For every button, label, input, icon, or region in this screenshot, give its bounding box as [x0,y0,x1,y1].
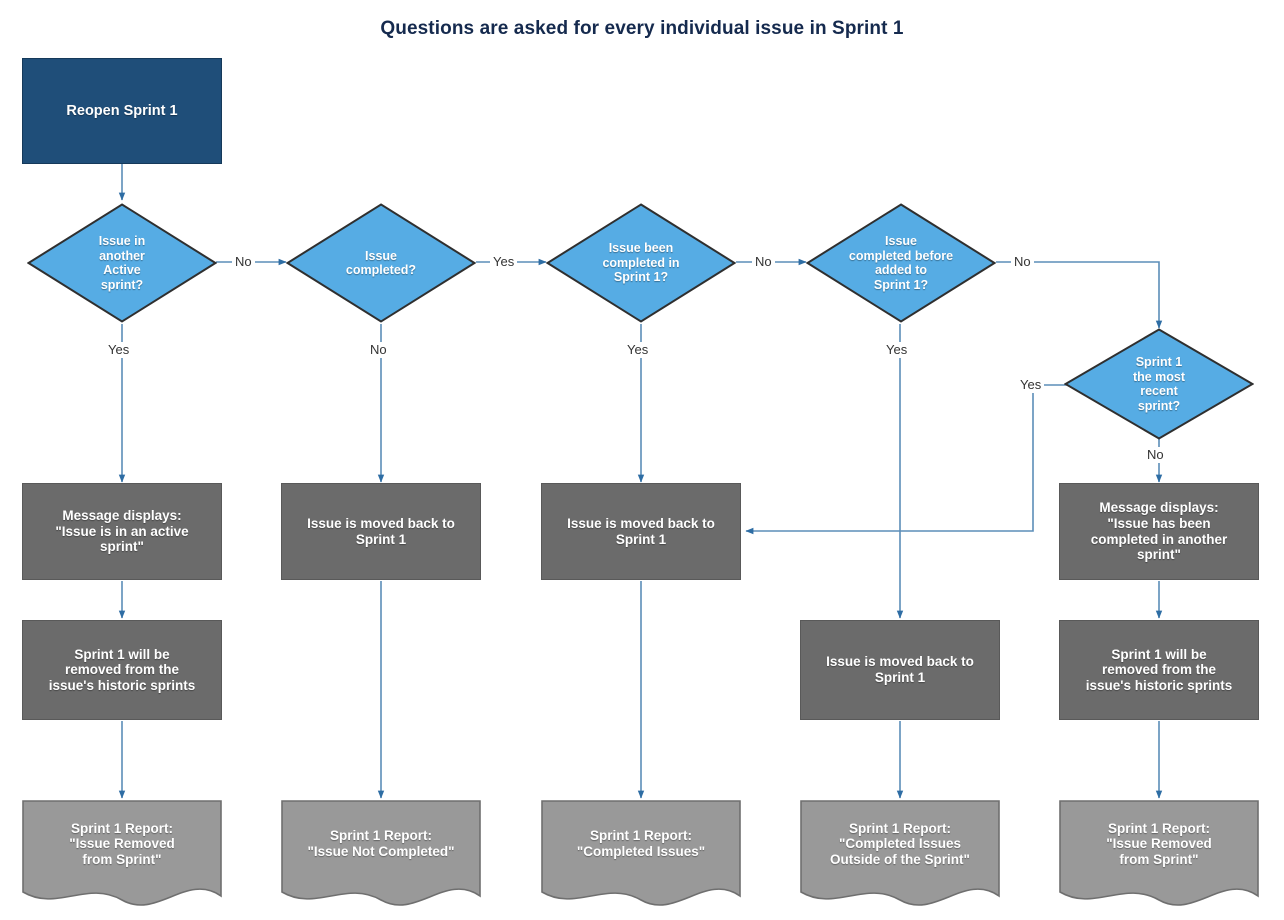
node-reopen-sprint[interactable]: Reopen Sprint 1 [22,58,222,164]
node-label: Issue is moved back to Sprint 1 [567,515,715,547]
node-label: Sprint 1 will be removed from the issue'… [48,646,196,693]
node-label: Issue completed? [345,248,417,278]
edge-label-d4-yes: Yes [883,342,911,358]
node-label: Issue in another Active sprint? [98,234,146,292]
edge-label-d4-no: No [1011,254,1034,270]
node-label: Message displays: "Issue has been comple… [1090,500,1228,563]
flowchart-canvas: Questions are asked for every individual… [0,0,1284,920]
node-process-issue-moved-back-col3[interactable]: Issue is moved back to Sprint 1 [541,483,741,580]
node-label: Issue completed before added to Sprint 1… [848,234,954,292]
node-label: Sprint 1 the most recent sprint? [1132,355,1186,413]
node-decision-issue-been-completed-in-sprint-1[interactable]: Issue been completed in Sprint 1? [546,203,736,323]
node-label: Issue been completed in Sprint 1? [602,241,680,285]
node-process-issue-moved-back-col2[interactable]: Issue is moved back to Sprint 1 [281,483,481,580]
node-process-sprint-removed-historic-col1[interactable]: Sprint 1 will be removed from the issue'… [22,620,222,720]
edge-label-d3-no: No [752,254,775,270]
node-label: Issue is moved back to Sprint 1 [826,654,974,685]
edge-label-d1-yes: Yes [105,342,133,358]
edge-label-d2-no: No [367,342,390,358]
node-label: Sprint 1 Report: "Completed Issues" [576,828,706,859]
node-report-completed-issues[interactable]: Sprint 1 Report: "Completed Issues" [541,800,741,910]
edge-label-d1-no: No [232,254,255,270]
node-process-sprint-removed-historic-col5[interactable]: Sprint 1 will be removed from the issue'… [1059,620,1259,720]
edge-label-d2-yes: Yes [490,254,518,270]
node-label: Sprint 1 Report: "Completed Issues Outsi… [830,820,970,867]
node-label: Sprint 1 will be removed from the issue'… [1085,646,1233,693]
node-label: Message displays: "Issue is in an active… [55,508,189,555]
node-decision-issue-completed[interactable]: Issue completed? [286,203,476,323]
node-process-issue-moved-back-col4[interactable]: Issue is moved back to Sprint 1 [800,620,1000,720]
page-title: Questions are asked for every individual… [380,18,904,39]
node-report-issue-removed-col5[interactable]: Sprint 1 Report: "Issue Removed from Spr… [1059,800,1259,910]
node-report-issue-removed-col1[interactable]: Sprint 1 Report: "Issue Removed from Spr… [22,800,222,910]
node-report-completed-issues-outside-sprint[interactable]: Sprint 1 Report: "Completed Issues Outsi… [800,800,1000,910]
node-decision-issue-completed-before-added-to-sprint-1[interactable]: Issue completed before added to Sprint 1… [806,203,996,323]
node-decision-issue-in-another-active-sprint[interactable]: Issue in another Active sprint? [27,203,217,323]
node-decision-sprint-1-most-recent[interactable]: Sprint 1 the most recent sprint? [1064,328,1254,440]
edge-label-d3-yes: Yes [624,342,652,358]
node-label: Sprint 1 Report: "Issue Removed from Spr… [69,820,175,867]
node-label: Reopen Sprint 1 [66,102,178,119]
node-label: Sprint 1 Report: "Issue Not Completed" [307,828,455,859]
node-label: Sprint 1 Report: "Issue Removed from Spr… [1106,820,1212,867]
node-label: Issue is moved back to Sprint 1 [307,515,455,547]
node-process-message-issue-completed-another-sprint[interactable]: Message displays: "Issue has been comple… [1059,483,1259,580]
edge-label-d5-no: No [1144,447,1167,463]
node-process-message-issue-in-active-sprint[interactable]: Message displays: "Issue is in an active… [22,483,222,580]
node-report-issue-not-completed[interactable]: Sprint 1 Report: "Issue Not Completed" [281,800,481,910]
edge-label-d5-yes: Yes [1017,377,1045,393]
